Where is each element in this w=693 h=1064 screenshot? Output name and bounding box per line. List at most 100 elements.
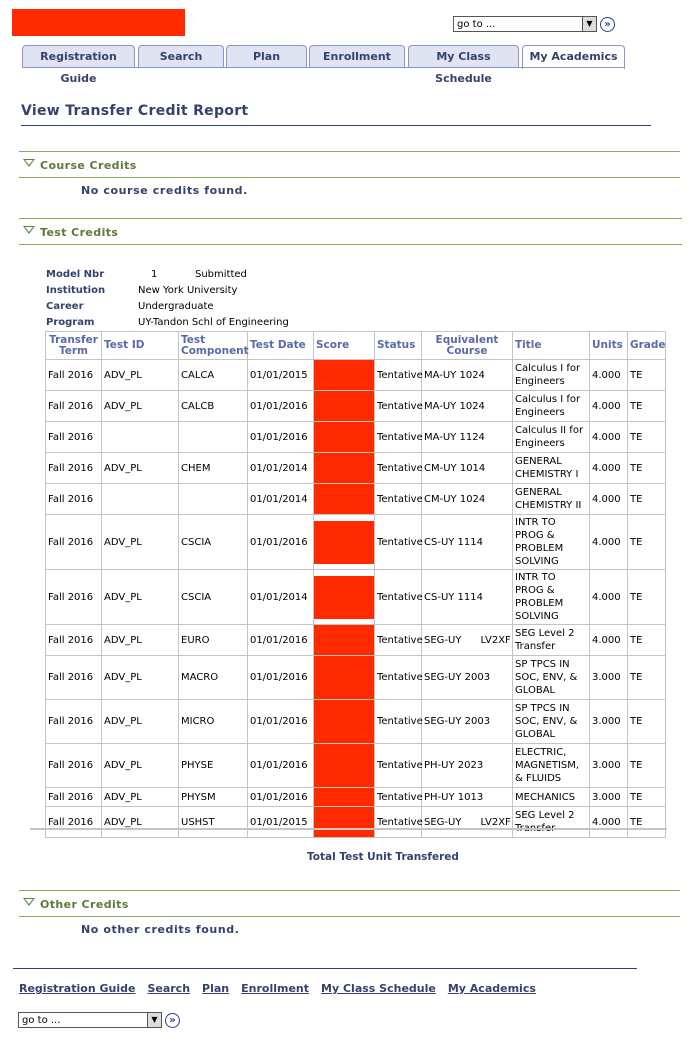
total-divider [30, 828, 667, 830]
total-test-unit-label: Total Test Unit Transfered [307, 851, 459, 863]
model-nbr-value: 1 [151, 268, 158, 280]
col-header-equivalent-course[interactable]: Equivalent Course [421, 331, 513, 360]
test-credits-heading[interactable]: Test Credits [40, 226, 118, 239]
tab-registration-guide[interactable]: Registration Guide [22, 45, 135, 85]
table-row: Fall 2016 ADV_PL CALCA 01/01/2015 Tentative M… [45, 359, 666, 391]
go-arrow-icon[interactable]: » [165, 1012, 180, 1028]
cell-status: Tentative [374, 390, 423, 422]
col-header-status[interactable]: Status [374, 331, 422, 360]
footer-link-registration-guide[interactable]: Registration Guide [19, 982, 135, 995]
redacted-score [314, 656, 374, 699]
redacted-score [314, 788, 374, 806]
other-credits-heading[interactable]: Other Credits [40, 898, 129, 911]
cell-test-component: EURO [178, 624, 248, 656]
col-header-units[interactable]: Units [589, 331, 628, 360]
tab-plan[interactable]: Plan [226, 45, 307, 67]
cell-transfer-term: Fall 2016 [45, 359, 102, 391]
tab-enrollment[interactable]: Enrollment [309, 45, 405, 67]
test-credits-rows: Fall 2016 ADV_PL CALCA 01/01/2015 Tentative M… [45, 359, 666, 838]
cell-transfer-term: Fall 2016 [45, 743, 102, 788]
cell-test-component: MICRO [178, 699, 248, 744]
cell-score [313, 743, 375, 788]
col-header-test-component[interactable]: Test Component [178, 331, 249, 360]
cell-test-id: ADV_PL [101, 452, 179, 484]
cell-transfer-term: Fall 2016 [45, 483, 102, 515]
table-row: Fall 2016 ADV_PL CSCIA 01/01/2016 Tentative C… [45, 514, 666, 570]
goto-select[interactable]: go to ... ▼ [453, 16, 597, 32]
cell-test-id: ADV_PL [101, 806, 179, 838]
cell-score [313, 655, 375, 700]
col-header-test-date[interactable]: Test Date [247, 331, 314, 360]
cell-title: INTR TO PROG & PROBLEM SOLVING [512, 514, 590, 570]
table-row: Fall 2016 ADV_PL USHST 01/01/2015 Tentative S… [45, 806, 666, 838]
cell-score [313, 421, 375, 453]
cell-score [313, 452, 375, 484]
footer-goto-select[interactable]: go to ... ▼ [18, 1012, 162, 1028]
goto-navigation: go to ... ▼ » [453, 16, 615, 32]
cell-test-component: CALCB [178, 390, 248, 422]
table-row: Fall 2016 ADV_PL PHYSE 01/01/2016 Tentative P… [45, 743, 666, 788]
col-header-title[interactable]: Title [512, 331, 590, 360]
cell-grade: TE [627, 569, 666, 625]
collapse-triangle-icon[interactable] [23, 226, 35, 234]
col-header-score[interactable]: Score [313, 331, 375, 360]
cell-units: 3.000 [589, 655, 628, 700]
cell-title: INTR TO PROG & PROBLEM SOLVING [512, 569, 590, 625]
tab-search[interactable]: Search [138, 45, 224, 67]
redacted-score [314, 360, 374, 390]
cell-score [313, 806, 375, 838]
course-credits-top-line [19, 151, 680, 152]
footer-link-enrollment[interactable]: Enrollment [241, 982, 309, 995]
tab-my-academics[interactable]: My Academics [522, 45, 625, 69]
col-header-grade[interactable]: Grade [627, 331, 666, 360]
cell-equivalent-course: MA-UY 1124 [421, 421, 513, 453]
footer-link-plan[interactable]: Plan [202, 982, 229, 995]
col-header-transfer-term[interactable]: Transfer Term [45, 331, 102, 360]
cell-test-date: 01/01/2016 [247, 699, 314, 744]
cell-grade: TE [627, 483, 666, 515]
footer-link-my-academics[interactable]: My Academics [448, 982, 536, 995]
other-credits-top-line [19, 890, 680, 891]
cell-units: 4.000 [589, 514, 628, 570]
cell-status: Tentative [374, 452, 423, 484]
cell-status: Tentative [374, 421, 423, 453]
go-arrow-icon[interactable]: » [600, 16, 615, 32]
redacted-score [314, 575, 374, 619]
cell-equivalent-course: CS-UY 1114 [421, 514, 513, 570]
cell-units: 4.000 [589, 624, 628, 656]
course-credits-message: No course credits found. [81, 184, 248, 197]
redacted-score [314, 625, 374, 655]
cell-equivalent-course: SEG-UY 2003 [421, 655, 513, 700]
cell-grade: TE [627, 806, 666, 838]
cell-test-component: CSCIA [178, 514, 248, 570]
tab-my-class-schedule[interactable]: My Class Schedule [408, 45, 519, 85]
footer-goto-select-value: go to ... [22, 1015, 61, 1026]
chevron-down-icon[interactable]: ▼ [147, 1013, 161, 1027]
cell-test-id [101, 483, 179, 515]
cell-title: ELECTRIC, MAGNETISM, & FLUIDS [512, 743, 590, 788]
collapse-triangle-icon[interactable] [23, 898, 35, 906]
footer-links: Registration Guide Search Plan Enrollmen… [19, 982, 536, 995]
table-row: Fall 2016 01/01/2014 Tentative CM-UY 1024 GE… [45, 483, 666, 515]
cell-status: Tentative [374, 699, 423, 744]
cell-status: Tentative [374, 624, 423, 656]
cell-test-date: 01/01/2016 [247, 421, 314, 453]
career-label: Career [46, 300, 84, 312]
cell-units: 3.000 [589, 787, 628, 807]
course-credits-bottom-line [19, 177, 680, 178]
cell-status: Tentative [374, 787, 423, 807]
col-header-test-id[interactable]: Test ID [101, 331, 179, 360]
footer-link-search[interactable]: Search [147, 982, 190, 995]
cell-test-component [178, 483, 248, 515]
cell-score [313, 699, 375, 744]
footer-link-my-class-schedule[interactable]: My Class Schedule [321, 982, 436, 995]
cell-grade: TE [627, 514, 666, 570]
collapse-triangle-icon[interactable] [23, 159, 35, 167]
chevron-down-icon[interactable]: ▼ [582, 17, 596, 31]
cell-status: Tentative [374, 569, 423, 625]
cell-transfer-term: Fall 2016 [45, 787, 102, 807]
cell-transfer-term: Fall 2016 [45, 569, 102, 625]
cell-test-component: MACRO [178, 655, 248, 700]
cell-transfer-term: Fall 2016 [45, 390, 102, 422]
course-credits-heading[interactable]: Course Credits [40, 159, 137, 172]
